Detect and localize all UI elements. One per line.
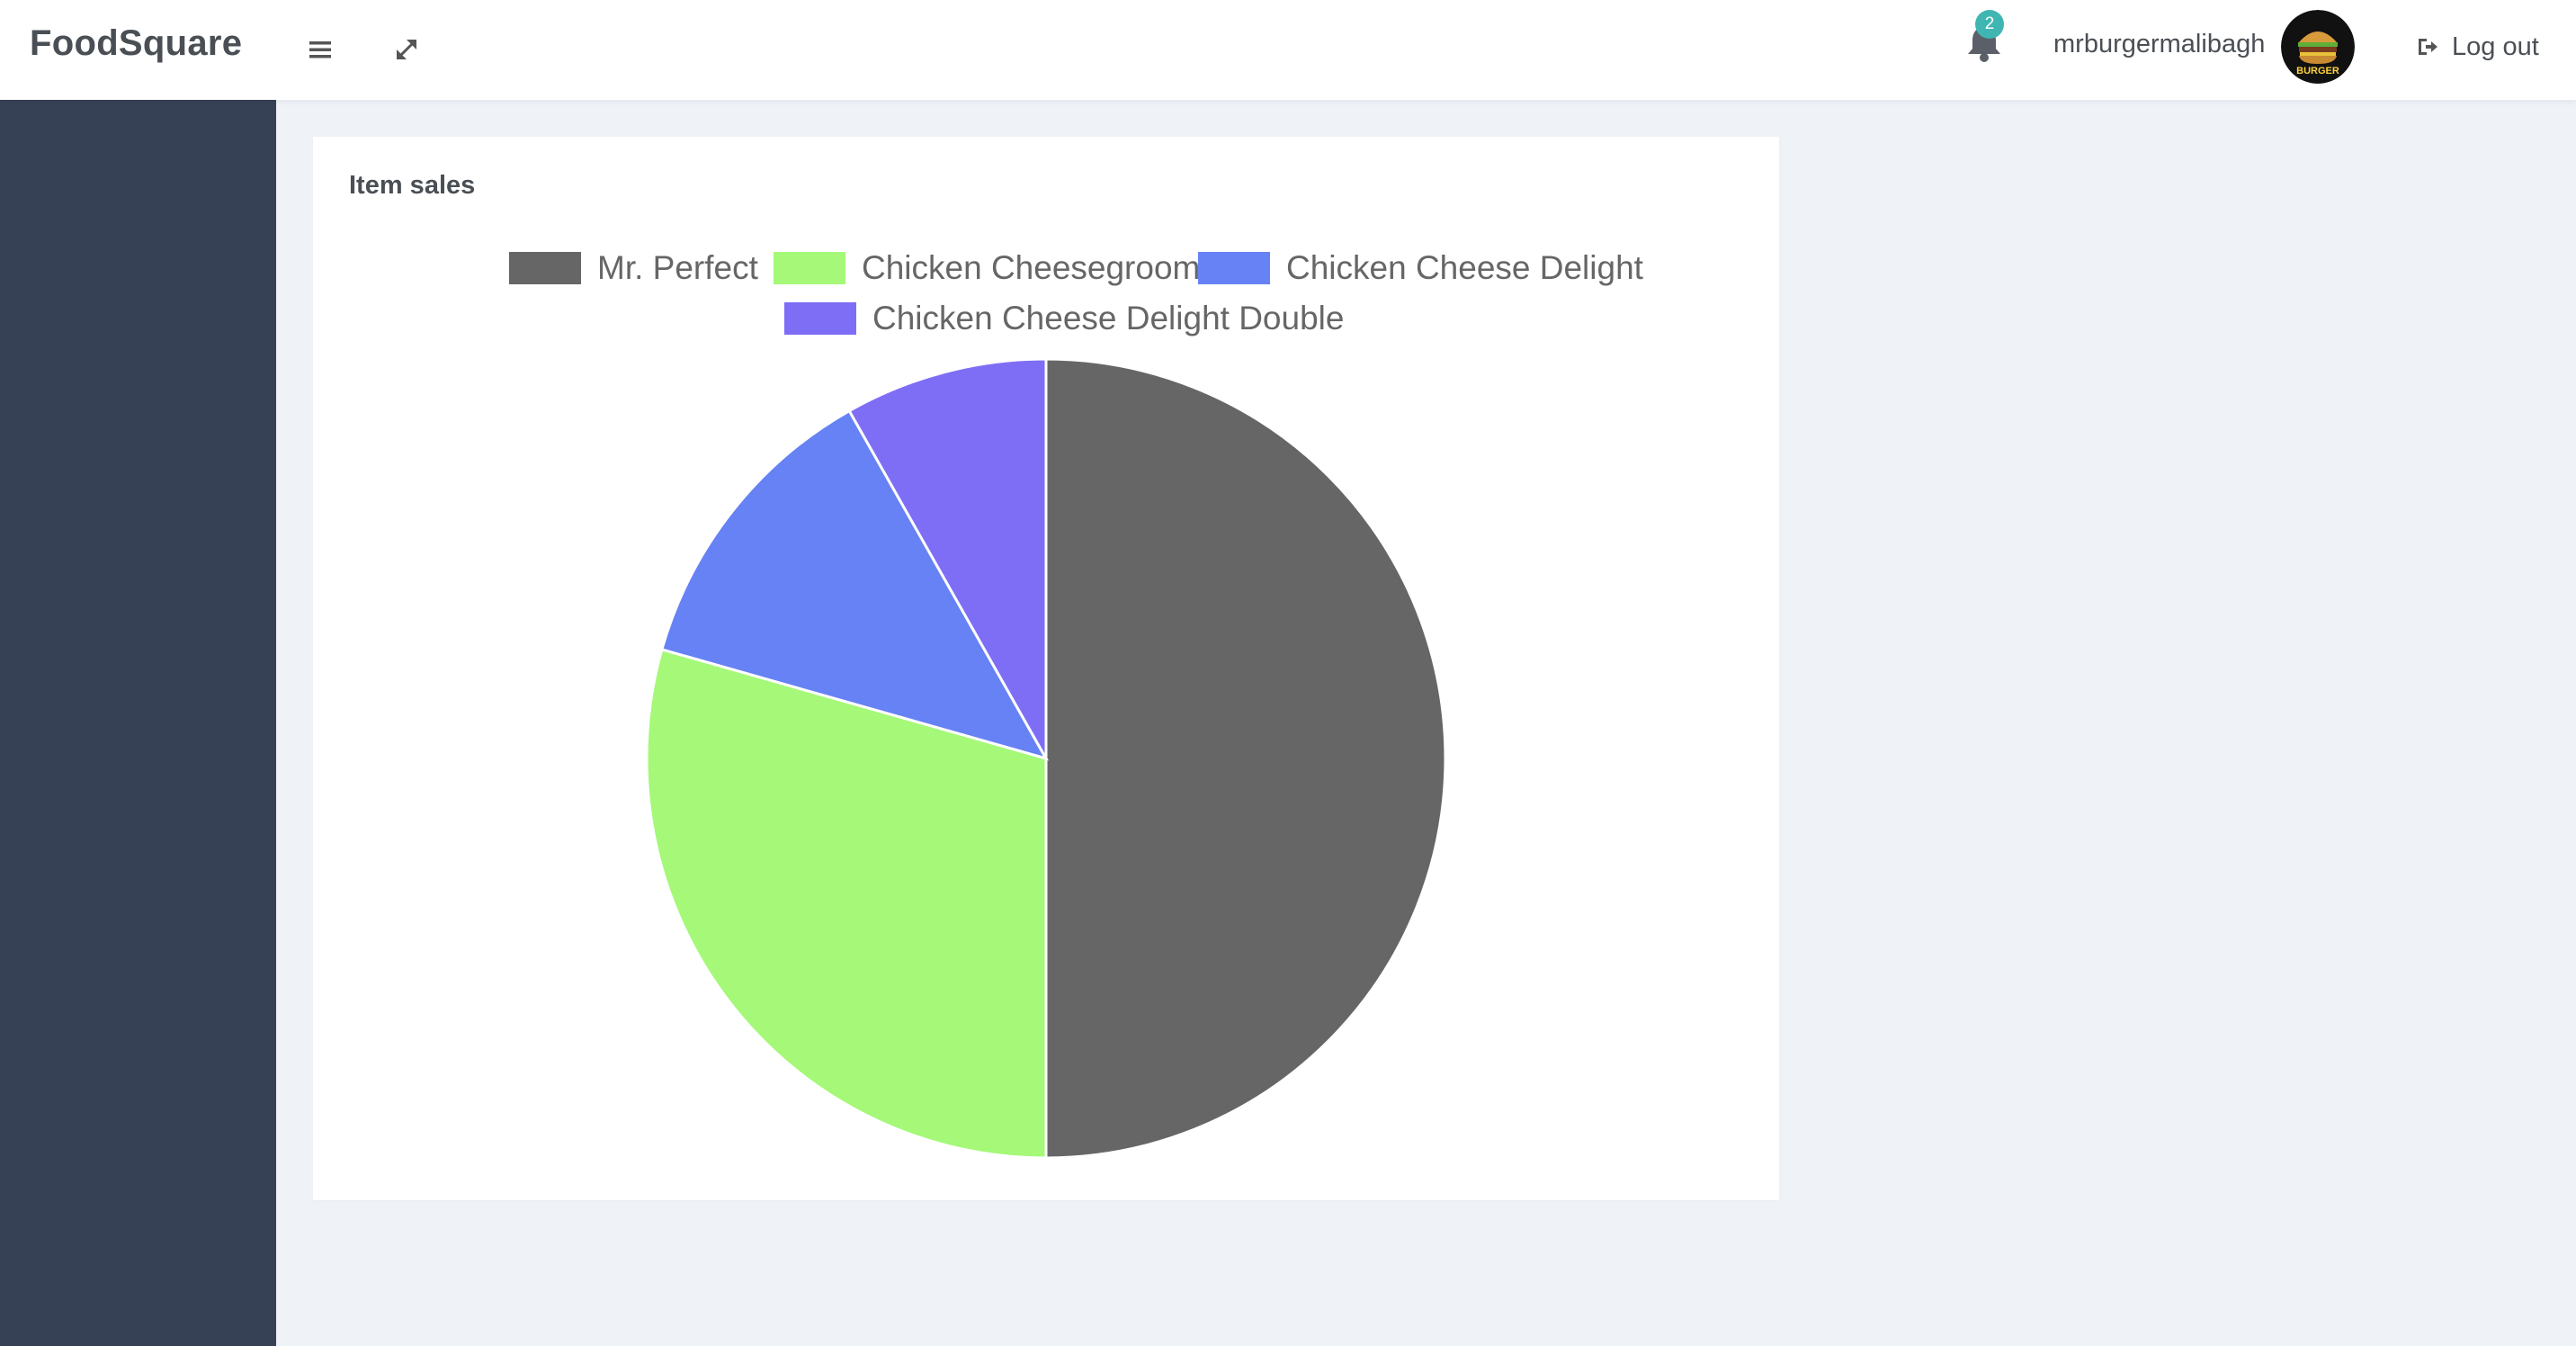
sign-out-icon <box>2419 39 2437 55</box>
pie-slice-mr-perfect[interactable] <box>1044 357 1447 1160</box>
top-navbar: FoodSquare 2 mrburgermalibagh BURGER Log… <box>0 0 2576 100</box>
brand-logo[interactable]: FoodSquare <box>30 23 242 64</box>
notification-count-badge: 2 <box>1975 10 2004 39</box>
avatar-logo-text: BURGER <box>2296 66 2339 76</box>
sidebar <box>0 100 276 1346</box>
hamburger-menu-icon[interactable] <box>298 27 343 72</box>
fullscreen-expand-icon[interactable] <box>384 27 429 72</box>
user-avatar[interactable]: BURGER <box>2281 10 2355 84</box>
logout-label: Log out <box>2452 31 2539 61</box>
item-sales-card: Item sales Mr. Perfect Chicken Cheesegro… <box>313 137 1779 1200</box>
logout-button[interactable]: Log out <box>2416 27 2539 67</box>
username-label[interactable]: mrburgermalibagh <box>2053 30 2265 59</box>
item-sales-pie-chart <box>645 357 1447 1160</box>
